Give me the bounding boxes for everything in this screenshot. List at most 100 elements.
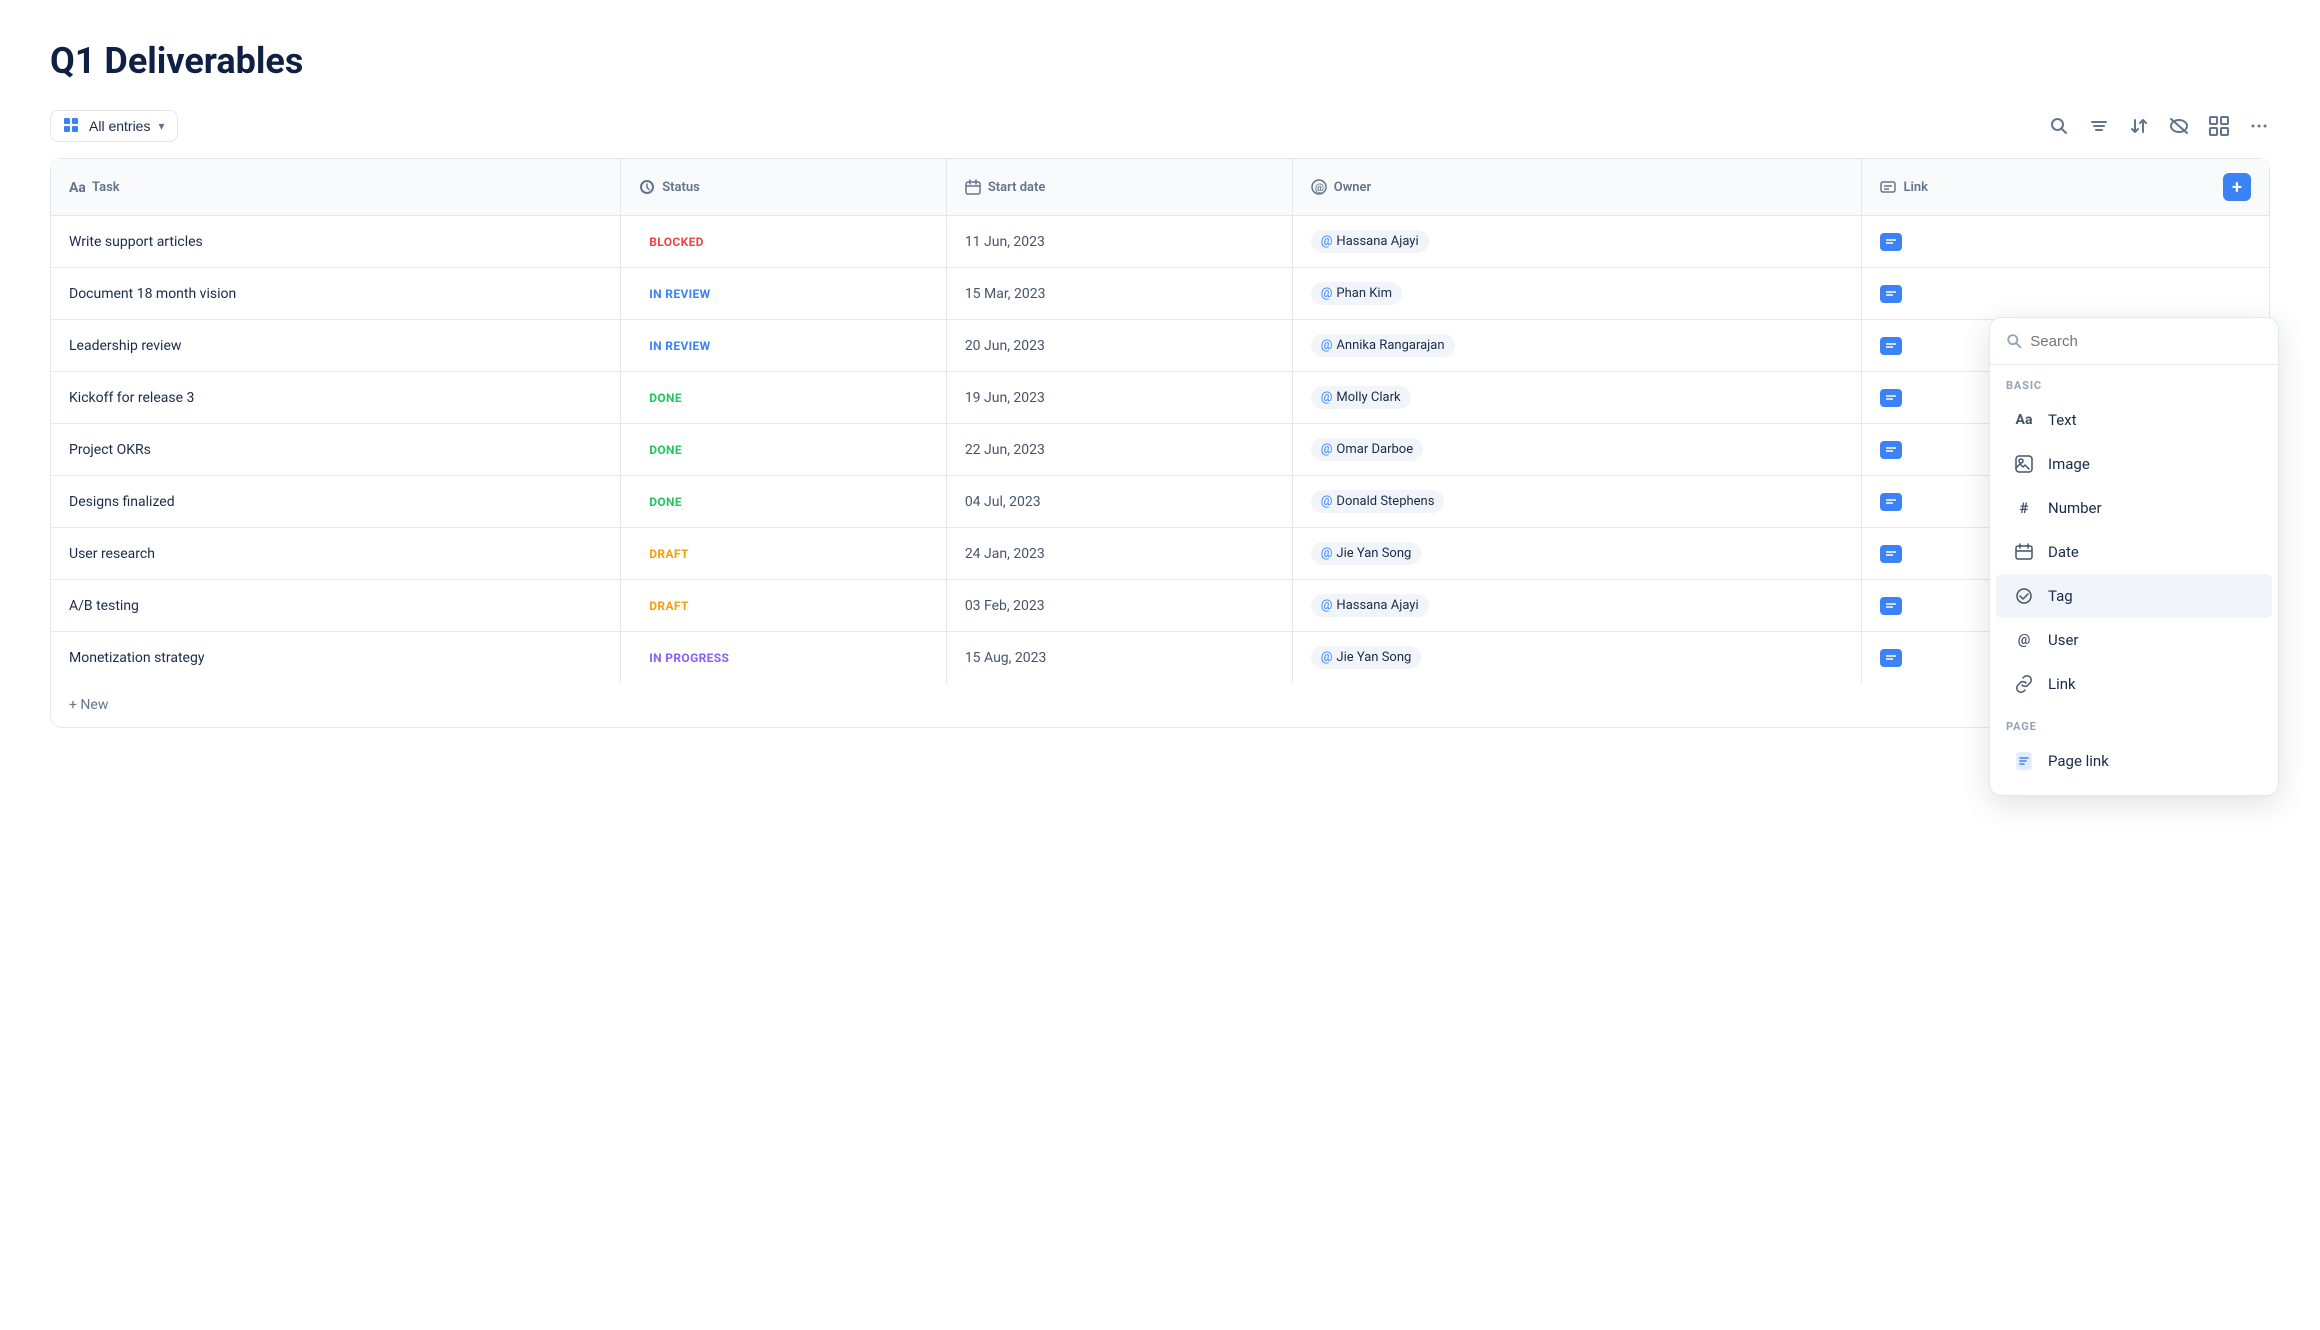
cell-task-8: Monetization strategy [51,632,621,684]
status-badge: BLOCKED [639,232,714,252]
filter-icon[interactable] [2088,115,2110,137]
cell-owner-4: @Omar Darboe [1292,424,1862,476]
col-header-status[interactable]: Status [621,159,947,216]
dropdown-text-label: Text [2048,411,2077,429]
status-badge: IN REVIEW [639,336,720,356]
owner-col-icon: @ [1311,179,1327,195]
add-column-button[interactable]: + [2223,173,2251,201]
page-title: Q1 Deliverables [50,40,2270,82]
data-table: Aa Task Status [51,159,2269,683]
more-icon[interactable] [2248,115,2270,137]
cell-date-1: 15 Mar, 2023 [946,268,1292,320]
dropdown-item-user[interactable]: @ User [1996,618,2272,662]
grid-icon [63,117,81,135]
col-owner-label: Owner [1334,180,1372,195]
sort-icon[interactable] [2128,115,2150,137]
dropdown-item-tag[interactable]: Tag [1996,574,2272,618]
dropdown-link-label: Link [2048,675,2076,693]
status-badge: DRAFT [639,596,699,616]
owner-chip: @Annika Rangarajan [1311,334,1455,357]
dropdown-search-container [1990,318,2278,365]
col-status-label: Status [662,180,700,195]
cell-owner-7: @Hassana Ajayi [1292,580,1862,632]
svg-text:Aa: Aa [69,180,85,195]
link-cell-icon [1880,649,1902,667]
link-cell-icon [1880,285,1902,303]
number-option-icon: # [2012,496,2036,520]
view-icon[interactable] [2208,115,2230,137]
all-entries-button[interactable]: All entries ▾ [50,110,178,142]
cell-status-2: IN REVIEW [621,320,947,372]
cell-owner-2: @Annika Rangarajan [1292,320,1862,372]
link-cell-icon [1880,441,1902,459]
col-link-label: Link [1903,180,1928,195]
status-badge: IN REVIEW [639,284,720,304]
table-row: A/B testing DRAFT 03 Feb, 2023 @Hassana … [51,580,2269,632]
cell-date-5: 04 Jul, 2023 [946,476,1292,528]
dropdown-item-date[interactable]: Date [1996,530,2272,574]
cell-date-6: 24 Jan, 2023 [946,528,1292,580]
cell-owner-0: @Hassana Ajayi [1292,216,1862,268]
add-column-dropdown: BASIC Aa Text Image [1989,317,2279,796]
owner-chip: @Jie Yan Song [1311,542,1422,565]
link-cell-icon [1880,233,1902,251]
owner-chip: @Molly Clark [1311,386,1411,409]
new-row-label: + New [69,697,108,713]
cell-task-7: A/B testing [51,580,621,632]
dropdown-page-link-label: Page link [2048,752,2109,770]
table-row: Document 18 month vision IN REVIEW 15 Ma… [51,268,2269,320]
link-col-icon [1880,179,1896,195]
dropdown-section-page: PAGE Page link [1990,706,2278,783]
status-badge: IN PROGRESS [639,648,739,668]
owner-chip: @Omar Darboe [1311,438,1423,461]
date-option-icon [2012,540,2036,564]
cell-status-8: IN PROGRESS [621,632,947,684]
dropdown-image-label: Image [2048,455,2090,473]
dropdown-item-text[interactable]: Aa Text [1996,398,2272,442]
cell-task-0: Write support articles [51,216,621,268]
cell-status-6: DRAFT [621,528,947,580]
owner-chip: @Hassana Ajayi [1311,230,1429,253]
col-header-owner[interactable]: @ Owner [1292,159,1862,216]
search-icon[interactable] [2048,115,2070,137]
tag-option-icon [2012,584,2036,608]
user-option-icon: @ [2012,628,2036,652]
col-header-link[interactable]: Link + [1862,159,2269,216]
dropdown-item-image[interactable]: Image [1996,442,2272,486]
table-row: User research DRAFT 24 Jan, 2023 @Jie Ya… [51,528,2269,580]
dropdown-basic-label: BASIC [1990,365,2278,398]
new-row-button[interactable]: + New [51,683,2269,727]
table-row: Kickoff for release 3 DONE 19 Jun, 2023 … [51,372,2269,424]
link-cell-icon [1880,337,1902,355]
svg-text:@: @ [1315,183,1324,194]
dropdown-item-link[interactable]: Link [1996,662,2272,706]
link-option-icon [2012,672,2036,696]
hide-icon[interactable] [2168,115,2190,137]
all-entries-label: All entries [89,118,150,134]
cell-task-1: Document 18 month vision [51,268,621,320]
col-header-task[interactable]: Aa Task [51,159,621,216]
link-cell-icon [1880,545,1902,563]
dropdown-date-label: Date [2048,543,2079,561]
owner-chip: @Phan Kim [1311,282,1402,305]
cell-owner-6: @Jie Yan Song [1292,528,1862,580]
dropdown-search-input[interactable] [2030,333,2262,350]
cell-status-1: IN REVIEW [621,268,947,320]
text-option-icon: Aa [2012,408,2036,432]
dropdown-item-number[interactable]: # Number [1996,486,2272,530]
table-row: Leadership review IN REVIEW 20 Jun, 2023… [51,320,2269,372]
cell-task-3: Kickoff for release 3 [51,372,621,424]
col-header-date[interactable]: Start date [946,159,1292,216]
owner-chip: @Donald Stephens [1311,490,1445,513]
status-badge: DONE [639,492,692,512]
cell-task-6: User research [51,528,621,580]
col-date-label: Start date [988,180,1046,195]
toolbar: All entries ▾ [50,110,2270,142]
cell-status-5: DONE [621,476,947,528]
cell-status-4: DONE [621,424,947,476]
owner-chip: @Jie Yan Song [1311,646,1422,669]
dropdown-item-page-link[interactable]: Page link [1996,739,2272,783]
owner-chip: @Hassana Ajayi [1311,594,1429,617]
link-cell-icon [1880,389,1902,407]
cell-owner-8: @Jie Yan Song [1292,632,1862,684]
